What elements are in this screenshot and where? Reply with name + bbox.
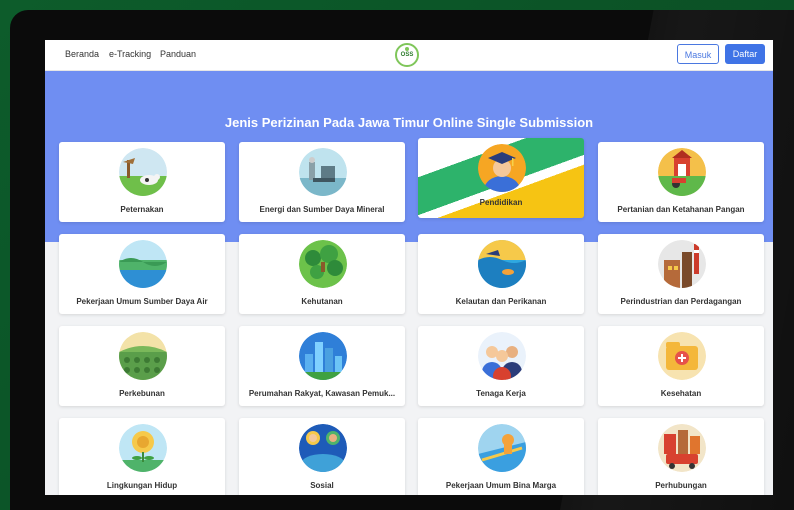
card-label: Pendidikan (479, 198, 523, 207)
card-label: Perindustrian dan Perdagangan (620, 297, 742, 306)
health-icon (658, 332, 706, 380)
card-kelautan[interactable]: Kelautan dan Perikanan (418, 234, 584, 314)
masuk-button[interactable]: Masuk (677, 44, 719, 64)
card-peternakan[interactable]: Peternakan (59, 142, 225, 222)
card-label: Pekerjaan Umum Sumber Daya Air (76, 297, 208, 306)
water-resources-icon (119, 240, 167, 288)
card-energi[interactable]: Energi dan Sumber Daya Mineral (239, 142, 405, 222)
industry-trade-icon (658, 240, 706, 288)
oss-logo[interactable]: OSS (395, 43, 419, 67)
forestry-icon (299, 240, 347, 288)
road-works-icon (478, 424, 526, 472)
nav-etracking-link[interactable]: e-Tracking (109, 49, 151, 59)
card-label: Peternakan (120, 205, 164, 214)
card-perhubungan[interactable]: Perhubungan (598, 418, 764, 495)
card-label: Lingkungan Hidup (106, 481, 178, 490)
energy-icon (299, 148, 347, 196)
card-label: Sosial (310, 481, 334, 490)
card-perkebunan[interactable]: Perkebunan (59, 326, 225, 406)
card-kesehatan[interactable]: Kesehatan (598, 326, 764, 406)
daftar-button[interactable]: Daftar (725, 44, 765, 64)
card-label: Pekerjaan Umum Bina Marga (445, 481, 557, 490)
workforce-icon (478, 332, 526, 380)
card-sosial[interactable]: Sosial (239, 418, 405, 495)
card-label: Kesehatan (660, 389, 702, 398)
education-icon (478, 144, 526, 192)
card-lingkungan-hidup[interactable]: Lingkungan Hidup (59, 418, 225, 495)
livestock-icon (119, 148, 167, 196)
card-tenaga-kerja[interactable]: Tenaga Kerja (418, 326, 584, 406)
agriculture-icon (658, 148, 706, 196)
page-title: Jenis Perizinan Pada Jawa Timur Online S… (224, 115, 594, 130)
nav-beranda-link[interactable]: Beranda (65, 49, 99, 59)
card-pertanian[interactable]: Pertanian dan Ketahanan Pangan (598, 142, 764, 222)
card-pendidikan[interactable]: Pendidikan (418, 138, 584, 218)
card-label: Perkebunan (119, 389, 165, 398)
card-label: Kehutanan (301, 297, 343, 306)
logo-text: OSS (400, 52, 414, 58)
logo-dot-icon (405, 47, 409, 51)
card-perumahan[interactable]: Perumahan Rakyat, Kawasan Pemuk... (239, 326, 405, 406)
card-perindustrian[interactable]: Perindustrian dan Perdagangan (598, 234, 764, 314)
card-label: Tenaga Kerja (476, 389, 526, 398)
card-kehutanan[interactable]: Kehutanan (239, 234, 405, 314)
card-label: Kelautan dan Perikanan (455, 297, 547, 306)
browser-screen: Beranda e-Tracking Panduan OSS Masuk Daf… (45, 40, 773, 495)
card-label: Energi dan Sumber Daya Mineral (259, 205, 385, 214)
card-label: Pertanian dan Ketahanan Pangan (617, 205, 745, 214)
card-label: Perhubungan (655, 481, 707, 490)
marine-fisheries-icon (478, 240, 526, 288)
nav-panduan-link[interactable]: Panduan (160, 49, 196, 59)
card-label: Perumahan Rakyat, Kawasan Pemuk... (248, 389, 396, 398)
housing-icon (299, 332, 347, 380)
social-icon (299, 424, 347, 472)
transportation-icon (658, 424, 706, 472)
environment-icon (119, 424, 167, 472)
card-pekerjaan-umum-sda[interactable]: Pekerjaan Umum Sumber Daya Air (59, 234, 225, 314)
card-bina-marga[interactable]: Pekerjaan Umum Bina Marga (418, 418, 584, 495)
top-navbar: Beranda e-Tracking Panduan OSS Masuk Daf… (45, 40, 773, 71)
plantation-icon (119, 332, 167, 380)
